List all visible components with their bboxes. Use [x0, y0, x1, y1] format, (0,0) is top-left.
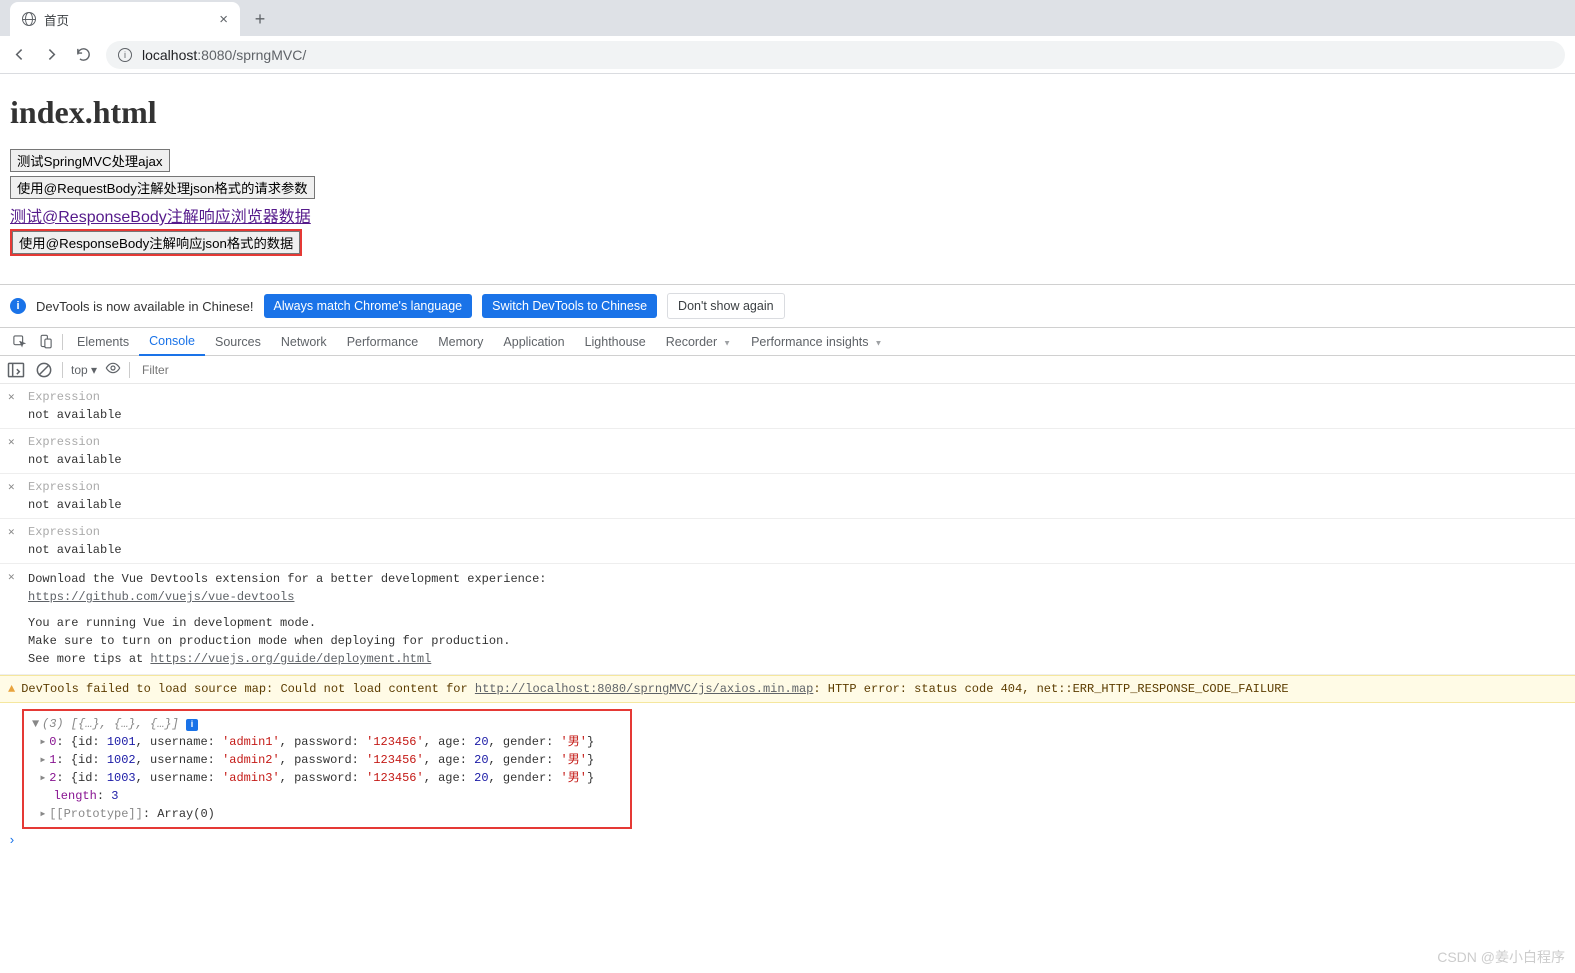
filter-input[interactable] [138, 361, 1575, 379]
close-icon[interactable]: × [219, 11, 228, 28]
new-tab-button[interactable]: + [246, 5, 274, 33]
close-icon[interactable]: ✕ [8, 525, 15, 542]
array-item[interactable]: ▸2: {id: 1003, username: 'admin3', passw… [32, 769, 622, 787]
info-icon[interactable]: i [186, 719, 198, 731]
live-expression: ✕Expressionnot available [0, 519, 1575, 564]
live-expression: ✕Expressionnot available [0, 384, 1575, 429]
forward-button[interactable] [42, 46, 60, 64]
tab-elements[interactable]: Elements [67, 328, 139, 356]
warning-icon: ▲ [8, 682, 15, 696]
devtools-tabs: Elements Console Sources Network Perform… [0, 328, 1575, 356]
expand-icon[interactable]: ▸ [39, 769, 49, 787]
watermark: CSDN @姜小白程序 [1437, 947, 1565, 967]
close-icon[interactable]: ✕ [8, 435, 15, 452]
deployment-link[interactable]: https://vuejs.org/guide/deployment.html [150, 652, 431, 666]
tab-performance[interactable]: Performance [337, 328, 429, 356]
beaker-icon [721, 335, 731, 349]
live-expression: ✕Expressionnot available [0, 429, 1575, 474]
tab-application[interactable]: Application [493, 328, 574, 356]
clear-console-icon[interactable] [34, 360, 54, 380]
tab-sources[interactable]: Sources [205, 328, 271, 356]
browser-tab[interactable]: 首页 × [10, 2, 240, 36]
array-item[interactable]: ▸0: {id: 1001, username: 'admin1', passw… [32, 733, 622, 751]
expand-icon[interactable]: ▸ [39, 751, 49, 769]
scope-selector[interactable]: top ▾ [71, 363, 97, 377]
highlighted-button-box: 使用@ResponseBody注解响应json格式的数据 [10, 229, 302, 256]
url-bar: i localhost:8080/sprngMVC/ [0, 36, 1575, 74]
switch-chinese-button[interactable]: Switch DevTools to Chinese [482, 294, 657, 318]
site-info-icon[interactable]: i [118, 48, 132, 62]
back-button[interactable] [10, 46, 28, 64]
tab-recorder[interactable]: Recorder [656, 328, 741, 356]
expand-icon[interactable]: ▸ [39, 805, 49, 823]
match-language-button[interactable]: Always match Chrome's language [264, 294, 473, 318]
inspect-icon[interactable] [6, 334, 32, 349]
url-text: localhost:8080/sprngMVC/ [142, 47, 306, 63]
close-icon[interactable]: ✕ [8, 480, 15, 497]
test-ajax-button[interactable]: 测试SpringMVC处理ajax [10, 149, 170, 172]
console-sidebar-toggle-icon[interactable] [6, 360, 26, 380]
info-icon: i [10, 298, 26, 314]
requestbody-button[interactable]: 使用@RequestBody注解处理json格式的请求参数 [10, 176, 315, 199]
tab-console[interactable]: Console [139, 328, 205, 356]
tab-title: 首页 [44, 10, 69, 29]
dont-show-button[interactable]: Don't show again [667, 293, 785, 319]
infobar-text: DevTools is now available in Chinese! [36, 299, 254, 314]
page-content: index.html 测试SpringMVC处理ajax 使用@RequestB… [0, 74, 1575, 266]
console-object-output[interactable]: ▼(3) [{…}, {…}, {…}] i ▸0: {id: 1001, us… [22, 709, 632, 829]
sourcemap-link[interactable]: http://localhost:8080/sprngMVC/js/axios.… [475, 682, 813, 696]
omnibox[interactable]: i localhost:8080/sprngMVC/ [106, 41, 1565, 69]
devtools-infobar: i DevTools is now available in Chinese! … [0, 284, 1575, 328]
responsebody-link[interactable]: 测试@ResponseBody注解响应浏览器数据 [10, 203, 311, 227]
console-warning: ▲DevTools failed to load source map: Cou… [0, 675, 1575, 703]
page-title: index.html [10, 94, 1565, 131]
console-message: ✕ Download the Vue Devtools extension fo… [0, 564, 1575, 675]
console-toolbar: top ▾ [0, 356, 1575, 384]
array-item[interactable]: ▸1: {id: 1002, username: 'admin2', passw… [32, 751, 622, 769]
reload-button[interactable] [74, 46, 92, 64]
responsebody-json-button[interactable]: 使用@ResponseBody注解响应json格式的数据 [12, 231, 300, 254]
tab-lighthouse[interactable]: Lighthouse [575, 328, 656, 356]
tab-perf-insights[interactable]: Performance insights [741, 328, 892, 356]
beaker-icon [873, 335, 883, 349]
console-prompt[interactable]: › [0, 829, 1575, 853]
tab-memory[interactable]: Memory [428, 328, 493, 356]
tab-network[interactable]: Network [271, 328, 337, 356]
console-output: ✕Expressionnot available✕Expressionnot a… [0, 384, 1575, 853]
close-icon[interactable]: ✕ [8, 390, 15, 407]
expand-icon[interactable]: ▼ [32, 715, 42, 733]
device-icon[interactable] [32, 334, 58, 349]
live-expression-icon[interactable] [105, 360, 121, 379]
live-expression: ✕Expressionnot available [0, 474, 1575, 519]
browser-tab-bar: 首页 × + [0, 0, 1575, 36]
close-icon[interactable]: ✕ [8, 570, 15, 587]
devtools-link[interactable]: https://github.com/vuejs/vue-devtools [28, 590, 294, 604]
globe-icon [22, 12, 36, 26]
expand-icon[interactable]: ▸ [39, 733, 49, 751]
